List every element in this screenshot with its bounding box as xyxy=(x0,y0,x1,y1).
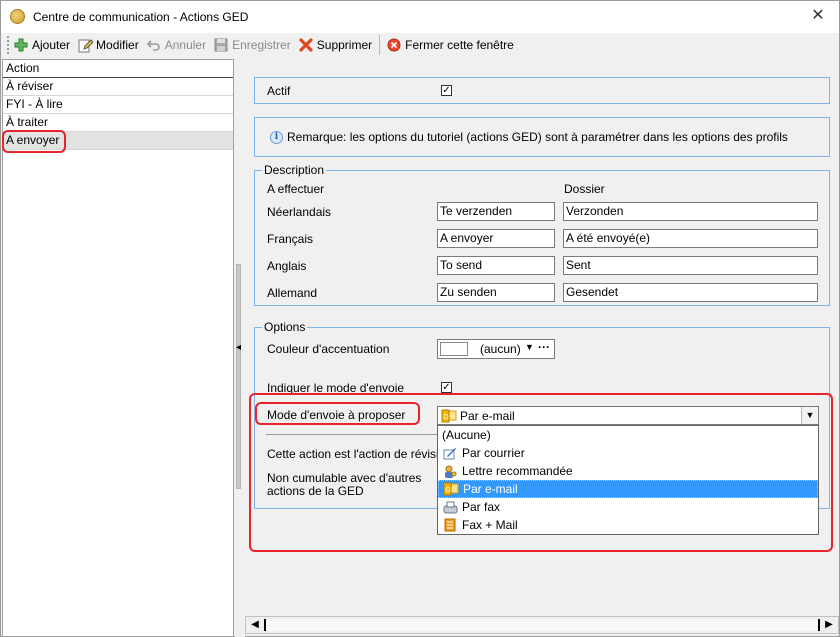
dossier-field-de[interactable]: Gesendet xyxy=(563,283,818,302)
effectuer-field-de[interactable]: Zu senden xyxy=(437,283,555,302)
title-bar: Centre de communication - Actions GED ✕ xyxy=(1,1,839,33)
description-group-label: Description xyxy=(262,163,327,177)
delete-x-icon xyxy=(298,37,314,53)
accent-color-value: (aucun) xyxy=(480,342,521,356)
lang-label-nl: Néerlandais xyxy=(267,205,332,219)
main-window: Centre de communication - Actions GED ✕ … xyxy=(0,0,840,637)
scroll-left-icon[interactable]: ◀ xyxy=(247,618,263,632)
dossier-field-en[interactable]: Sent xyxy=(563,256,818,275)
add-button-label: Ajouter xyxy=(32,38,71,52)
floppy-disk-icon xyxy=(213,37,229,53)
dossier-field-fr[interactable]: A été envoyé(e) xyxy=(563,229,818,248)
col-effectuer-header: A effectuer xyxy=(267,182,325,196)
toolbar: Ajouter Modifier Annuler Enregistrer Sup… xyxy=(1,33,839,57)
effectuer-field-en[interactable]: To send xyxy=(437,256,555,275)
undo-icon xyxy=(146,37,162,53)
accent-color-picker[interactable]: (aucun) ▼ ··· xyxy=(437,339,555,359)
indicate-mode-checkbox[interactable]: ✓ xyxy=(441,382,452,393)
chevron-down-icon[interactable]: ▼ xyxy=(525,342,534,352)
lang-label-de: Allemand xyxy=(267,286,318,300)
toolbar-grip[interactable] xyxy=(7,36,9,54)
scroll-right-icon[interactable]: ▶ xyxy=(821,618,837,632)
actif-label: Actif xyxy=(267,84,291,98)
modify-button-label: Modifier xyxy=(96,38,139,52)
add-button[interactable]: Ajouter xyxy=(13,34,70,56)
edit-pencil-icon xyxy=(77,37,93,53)
remark-text: Remarque: les options du tutoriel (actio… xyxy=(287,130,788,144)
modify-button[interactable]: Modifier xyxy=(77,34,139,56)
remark-section: i Remarque: les options du tutoriel (act… xyxy=(254,117,830,157)
more-options-icon[interactable]: ··· xyxy=(538,340,550,354)
collapse-chevron-icon[interactable]: ◂ xyxy=(236,342,241,353)
close-form-button[interactable]: Fermer cette fenêtre xyxy=(386,34,514,56)
toolbar-separator xyxy=(379,35,381,55)
col-dossier-header: Dossier xyxy=(564,182,605,196)
effectuer-field-fr[interactable]: A envoyer xyxy=(437,229,555,248)
list-item[interactable]: FYI - À lire xyxy=(3,96,233,114)
panel-splitter[interactable]: ◂ xyxy=(235,59,245,637)
delete-button-label: Supprimer xyxy=(316,38,373,52)
accent-color-label: Couleur d'accentuation xyxy=(267,342,390,356)
actif-checkbox[interactable]: ✓ xyxy=(441,85,452,96)
annotation-highlight-list xyxy=(2,130,66,153)
info-icon: i xyxy=(270,131,283,144)
vertical-scrollbar-thumb[interactable] xyxy=(236,264,241,489)
cancel-button-label: Annuler xyxy=(164,38,207,52)
close-circle-icon xyxy=(386,37,402,53)
horizontal-scrollbar[interactable]: ◀ ▶ xyxy=(245,616,839,634)
scrollbar-track[interactable] xyxy=(264,619,820,631)
list-column-header[interactable]: Action xyxy=(3,60,233,78)
window-title: Centre de communication - Actions GED xyxy=(33,10,249,24)
description-group: Description A effectuer Dossier Néerland… xyxy=(254,163,830,306)
dossier-field-nl[interactable]: Verzonden xyxy=(563,202,818,221)
save-button-label: Enregistrer xyxy=(232,38,291,52)
effectuer-field-nl[interactable]: Te verzenden xyxy=(437,202,555,221)
save-button[interactable]: Enregistrer xyxy=(213,34,291,56)
cancel-button[interactable]: Annuler xyxy=(146,34,206,56)
list-item[interactable]: À réviser xyxy=(3,78,233,96)
color-swatch xyxy=(440,342,468,356)
close-form-button-label: Fermer cette fenêtre xyxy=(405,38,514,52)
app-logo-icon xyxy=(10,9,25,24)
actif-section: Actif ✓ xyxy=(254,77,830,104)
annotation-highlight-mode-area xyxy=(249,393,833,552)
delete-button[interactable]: Supprimer xyxy=(298,34,372,56)
plus-icon xyxy=(13,37,29,53)
close-window-button[interactable]: ✕ xyxy=(803,4,833,28)
lang-label-fr: Français xyxy=(267,232,314,246)
options-group-label: Options xyxy=(262,320,308,334)
lang-label-en: Anglais xyxy=(267,259,307,273)
